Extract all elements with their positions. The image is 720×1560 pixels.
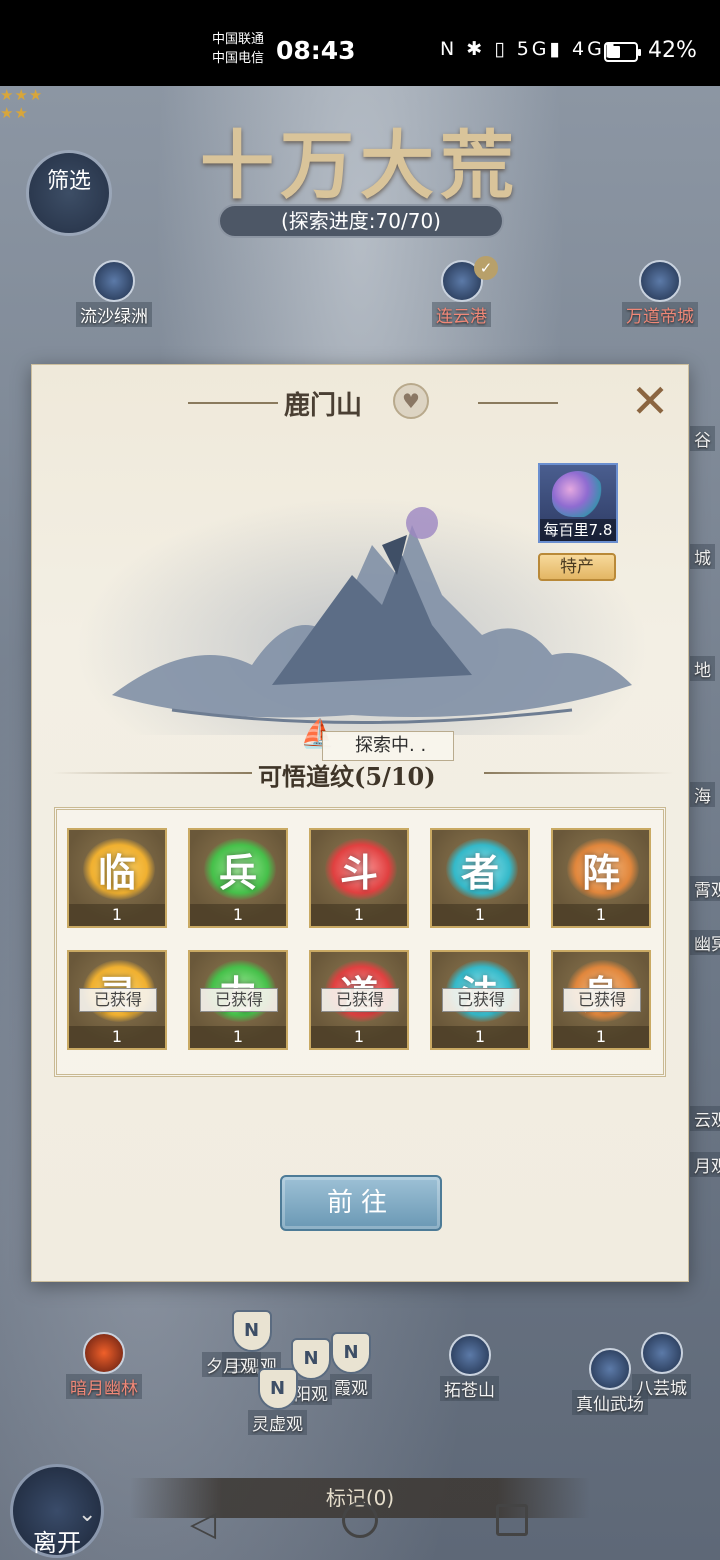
rune-tile[interactable]: 法 已获得 1: [430, 950, 530, 1050]
specialty-value: 每百里7.8: [540, 519, 616, 541]
rune-count: 1: [190, 904, 286, 926]
map-node-label: 八芸城: [632, 1374, 691, 1399]
map-node-anyue[interactable]: 暗月幽林: [66, 1332, 142, 1399]
carrier-1: 中国联通: [212, 32, 265, 47]
map-node-label: 云观: [690, 1106, 720, 1131]
shield-icon: N: [231, 1310, 272, 1352]
divider: [52, 772, 252, 774]
map-node-label: 灵虚观: [248, 1410, 307, 1435]
divider: [188, 402, 278, 404]
rune-count: 1: [311, 904, 407, 926]
rune-glyph: 兵: [218, 850, 257, 895]
battery-icon: [604, 42, 641, 62]
back-icon[interactable]: ◁: [190, 1504, 216, 1544]
map-node-lingxu[interactable]: N 灵虚观: [248, 1368, 307, 1435]
rune-count: 1: [311, 1026, 407, 1048]
map-node-label: 月观: [690, 1152, 720, 1177]
section-title: 可悟道纹(5/10): [258, 762, 436, 791]
divider: [478, 402, 558, 404]
map-node-label: 流沙绿洲: [76, 302, 152, 327]
map-node-tuocang[interactable]: 拓苍山: [440, 1334, 499, 1401]
rune-tile[interactable]: 兵 1: [188, 828, 288, 928]
temple-icon: [640, 1332, 683, 1374]
goto-button[interactable]: 前往: [280, 1175, 442, 1231]
map-node-bayun[interactable]: 八芸城: [632, 1332, 691, 1399]
location-icon: [93, 260, 135, 302]
map-node-label: 万道帝城: [622, 302, 698, 327]
rune-count: 1: [553, 1026, 649, 1048]
specialty-item-icon: [552, 471, 604, 517]
rune-glyph: 斗: [339, 850, 378, 895]
battery-percent: 42%: [648, 38, 697, 63]
map-node-label: 霞观: [330, 1374, 372, 1399]
obtained-badge: 已获得: [321, 988, 399, 1012]
rune-count: 1: [553, 904, 649, 926]
rune-tile[interactable]: 阵 1: [551, 828, 651, 928]
map-node-label: 霄观: [690, 876, 720, 901]
rune-tile[interactable]: 者 1: [430, 828, 530, 928]
chevron-down-icon[interactable]: ⌄: [78, 1502, 96, 1527]
rune-count: 1: [69, 904, 165, 926]
location-icon: [448, 1334, 491, 1376]
map-node-label: 谷: [690, 426, 715, 451]
carrier-2: 中国电信: [212, 51, 265, 66]
map-node-label: 暗月幽林: [66, 1374, 142, 1399]
city-icon: [639, 260, 681, 302]
shield-icon: N: [257, 1368, 298, 1410]
dialog-header: 鹿门山 ♥: [32, 381, 688, 425]
obtained-badge: 已获得: [563, 988, 641, 1012]
rune-tile[interactable]: 身 已获得 1: [551, 950, 651, 1050]
rune-tile[interactable]: 临 1: [67, 828, 167, 928]
map-node-label: 海: [690, 782, 715, 807]
status-bar: 中国联通 中国电信 08:43 N ✱ ▯ 5G▮ 4G▮ 42%: [0, 0, 720, 86]
specialty-tag: 特产: [538, 553, 616, 581]
location-dialog: 鹿门山 ♥ ✕ ⛵ 探索中. . 每百里7.8 特产 可悟道纹(5/10) 临 …: [31, 364, 689, 1282]
obtained-badge: 已获得: [79, 988, 157, 1012]
rune-glyph: 阵: [581, 850, 620, 895]
rune-tile[interactable]: 灵 已获得 1: [67, 950, 167, 1050]
recents-icon[interactable]: [496, 1504, 528, 1536]
star-rating: ★★★: [0, 86, 44, 104]
system-nav-bar: ⌄ ◁: [0, 1496, 720, 1560]
fire-icon: [83, 1332, 125, 1374]
map-node-label: 幽冥: [690, 930, 720, 955]
rune-tile[interactable]: 力 已获得 1: [188, 950, 288, 1050]
rune-tile[interactable]: 道 已获得 1: [309, 950, 409, 1050]
section-header: 可悟道纹(5/10): [32, 755, 688, 795]
clock: 08:43: [276, 36, 356, 65]
home-icon[interactable]: [342, 1502, 378, 1538]
map-node-liusha[interactable]: 流沙绿洲: [76, 260, 152, 327]
obtained-badge: 已获得: [442, 988, 520, 1012]
map-node-label: 地: [690, 656, 715, 681]
map-node-xia[interactable]: N 霞观: [330, 1332, 372, 1399]
exploration-progress: (探索进度:70/70): [218, 204, 504, 238]
system-icons: N ✱ ▯ 5G▮ 4G▮: [440, 38, 619, 60]
rune-count: 1: [69, 1026, 165, 1048]
temple-icon: [589, 1348, 631, 1390]
carrier-info: 中国联通 中国电信: [212, 30, 264, 68]
favorite-heart-icon[interactable]: ♥: [393, 383, 429, 419]
dialog-title: 鹿门山: [284, 391, 363, 421]
obtained-badge: 已获得: [200, 988, 278, 1012]
map-title: 十万大荒: [200, 123, 520, 209]
rune-count: 1: [432, 904, 528, 926]
rune-tile[interactable]: 斗 1: [309, 828, 409, 928]
map-node-label: 连云港: [432, 302, 491, 327]
filter-button[interactable]: 筛选: [26, 150, 112, 236]
rune-count: 1: [190, 1026, 286, 1048]
divider: [484, 772, 674, 774]
map-node-label: 拓苍山: [440, 1376, 499, 1401]
rune-glyph: 临: [97, 850, 136, 895]
map-node-label: 城: [690, 544, 715, 569]
specialty-item[interactable]: 每百里7.8: [538, 463, 618, 543]
close-icon[interactable]: ✕: [628, 378, 672, 424]
rune-grid: 临 1 兵 1 斗 1 者 1 阵 1 灵 已获得 1: [54, 807, 666, 1077]
rune-count: 1: [432, 1026, 528, 1048]
map-node-wandao[interactable]: 万道帝城: [622, 260, 698, 327]
completed-check-icon: ✓: [474, 256, 498, 280]
shield-icon: N: [331, 1332, 371, 1374]
rune-glyph: 者: [460, 850, 499, 895]
